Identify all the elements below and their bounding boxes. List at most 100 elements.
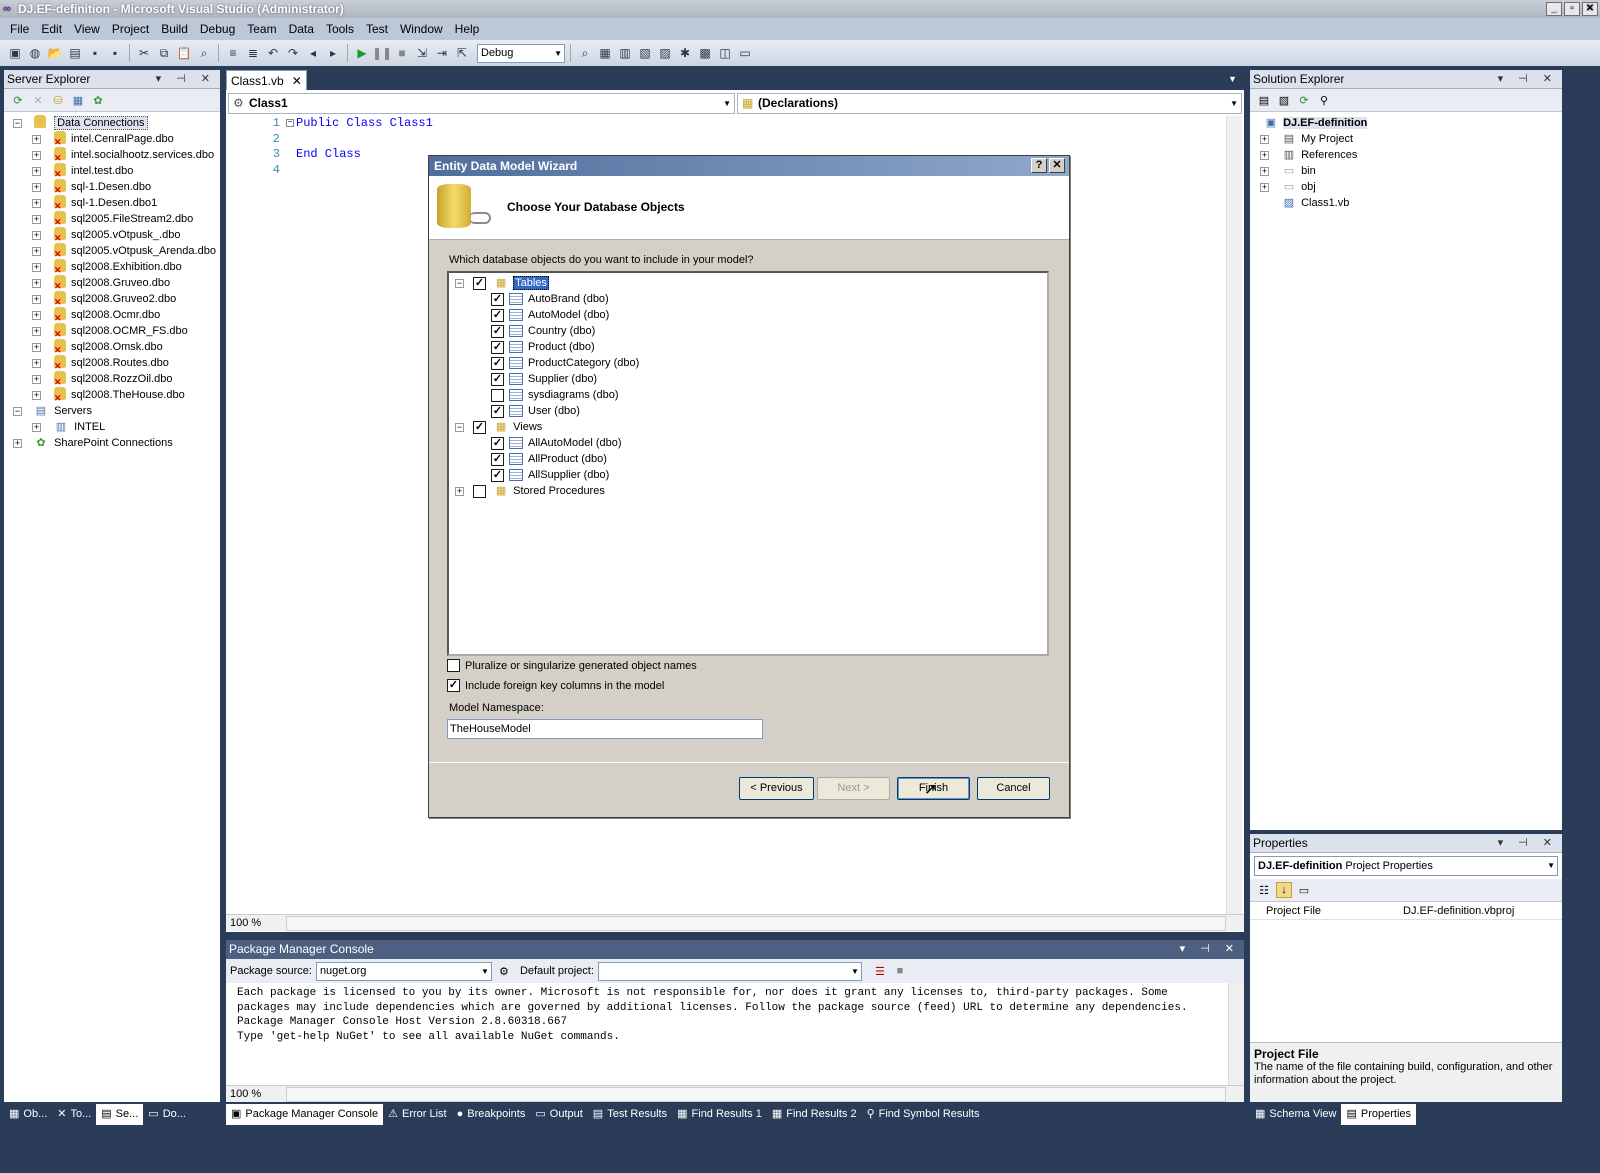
find-icon[interactable]: ⌕ xyxy=(195,44,213,62)
table-item[interactable]: ✓ Supplier (dbo) xyxy=(449,371,1047,387)
collapse-icon[interactable]: − xyxy=(455,279,464,288)
views-checkbox[interactable]: ✓ xyxy=(473,420,486,434)
minimize-button[interactable]: _ xyxy=(1546,2,1562,16)
alphabetical-icon[interactable]: ↓ xyxy=(1276,882,1292,898)
tables-checkbox[interactable]: ✓ xyxy=(473,276,486,290)
find-in-files-icon[interactable]: ⌕ xyxy=(576,44,594,62)
tab-schema-view[interactable]: ▦ Schema View xyxy=(1250,1104,1341,1125)
table-item[interactable]: ✓ User (dbo) xyxy=(449,403,1047,419)
menu-team[interactable]: Team xyxy=(241,18,282,40)
object-checkbox[interactable]: ✓ xyxy=(491,340,504,354)
default-project-combo[interactable]: ▼ xyxy=(597,961,862,981)
property-pages-icon[interactable]: ▭ xyxy=(1296,882,1312,898)
editor-vertical-scrollbar[interactable] xyxy=(1226,116,1242,914)
step-out-icon[interactable]: ⇱ xyxy=(453,44,471,62)
tree-node-connection[interactable]: + ✕ sql2008.Routes.dbo xyxy=(4,355,220,371)
table-item[interactable]: ✓ AutoBrand (dbo) xyxy=(449,291,1047,307)
tree-node-connection[interactable]: + ✕ sql2008.OCMR_FS.dbo xyxy=(4,323,220,339)
menu-help[interactable]: Help xyxy=(449,18,486,40)
menu-view[interactable]: View xyxy=(68,18,106,40)
properties-window-icon[interactable]: ▥ xyxy=(616,44,634,62)
solution-configuration-combo[interactable]: Debug ▼ xyxy=(477,43,565,63)
view-item[interactable]: ✓ AllProduct (dbo) xyxy=(449,451,1047,467)
expand-icon[interactable]: + xyxy=(32,375,41,384)
panel-controls[interactable]: ▾ ⊣ ✕ xyxy=(1498,834,1558,853)
refresh-icon[interactable]: ⟳ xyxy=(10,92,26,108)
redo-icon[interactable]: ↷ xyxy=(284,44,302,62)
tab-package-manager-console[interactable]: ▣ Package Manager Console xyxy=(226,1103,384,1125)
table-item[interactable]: ✓ Country (dbo) xyxy=(449,323,1047,339)
tab-breakpoints[interactable]: ● Breakpoints xyxy=(452,1104,531,1125)
expand-icon[interactable]: + xyxy=(32,279,41,288)
tab-test-results[interactable]: ▤ Test Results xyxy=(588,1104,672,1125)
maximize-button[interactable]: ▫ xyxy=(1564,2,1580,16)
table-item[interactable]: ✓ Product (dbo) xyxy=(449,339,1047,355)
paste-icon[interactable]: 📋 xyxy=(175,44,193,62)
clear-console-icon[interactable]: ☰ xyxy=(872,963,888,979)
menu-window[interactable]: Window xyxy=(394,18,449,40)
view-item[interactable]: ✓ AllSupplier (dbo) xyxy=(449,467,1047,483)
menu-test[interactable]: Test xyxy=(360,18,394,40)
save-all-icon[interactable]: ▪ xyxy=(106,44,124,62)
tree-node-connection[interactable]: + ✕ intel.test.dbo xyxy=(4,163,220,179)
editor-horizontal-scrollbar[interactable] xyxy=(286,915,1226,931)
tree-node-stored-procedures[interactable]: + ▦ Stored Procedures xyxy=(449,483,1047,499)
tree-node-connection[interactable]: + ✕ sql-1.Desen.dbo1 xyxy=(4,195,220,211)
previous-button[interactable]: < Previous xyxy=(739,777,814,800)
stop-command-icon[interactable]: ■ xyxy=(892,963,908,979)
menu-project[interactable]: Project xyxy=(106,18,155,40)
expand-icon[interactable]: + xyxy=(32,135,41,144)
properties-icon[interactable]: ▤ xyxy=(1256,92,1272,108)
pause-icon[interactable]: ❚❚ xyxy=(372,44,392,62)
tree-node-connection[interactable]: + ✕ sql2008.Ocmr.dbo xyxy=(4,307,220,323)
uncomment-icon[interactable]: ≣ xyxy=(244,44,262,62)
stored-procedures-checkbox[interactable] xyxy=(473,484,486,498)
tab-object-browser[interactable]: ▦ Ob... xyxy=(4,1104,52,1125)
show-all-files-icon[interactable]: ▧ xyxy=(1276,92,1292,108)
foreign-key-option[interactable]: ✓ Include foreign key columns in the mod… xyxy=(447,679,664,692)
help-button[interactable]: ? xyxy=(1031,158,1047,173)
toolbox-icon[interactable]: ▨ xyxy=(656,44,674,62)
pmc-vertical-scrollbar[interactable] xyxy=(1228,983,1244,1085)
pmc-output[interactable]: Each package is licensed to you by its o… xyxy=(226,983,1244,1085)
collapse-icon[interactable]: − xyxy=(13,407,22,416)
object-checkbox[interactable]: ✓ xyxy=(491,292,504,306)
tree-node-connection[interactable]: + ✕ sql2008.RozzOil.dbo xyxy=(4,371,220,387)
panel-controls[interactable]: ▾ ⊣ ✕ xyxy=(1498,70,1558,89)
code-text[interactable]: − Public Class Class1 End Class xyxy=(286,116,433,178)
object-checkbox[interactable]: ✓ xyxy=(491,436,504,450)
collapse-icon[interactable]: − xyxy=(455,423,464,432)
tab-properties[interactable]: ▤ Properties xyxy=(1341,1103,1417,1125)
tree-node-connection[interactable]: + ✕ intel.CenralPage.dbo xyxy=(4,131,220,147)
expand-icon[interactable]: + xyxy=(32,295,41,304)
tree-node-connection[interactable]: + ✕ sql2008.Gruveo2.dbo xyxy=(4,291,220,307)
expand-icon[interactable]: + xyxy=(13,439,22,448)
categorized-icon[interactable]: ☷ xyxy=(1256,882,1272,898)
menu-debug[interactable]: Debug xyxy=(194,18,241,40)
method-name-combo[interactable]: ▦ (Declarations) ▼ xyxy=(737,92,1242,114)
tab-toolbox[interactable]: ✕ To... xyxy=(52,1104,96,1125)
object-checkbox[interactable]: ✓ xyxy=(491,452,504,466)
object-browser-icon[interactable]: ▧ xyxy=(636,44,654,62)
tree-node-bin[interactable]: + ▭ bin xyxy=(1250,163,1562,179)
property-row[interactable]: Project File DJ.EF-definition.vbproj xyxy=(1250,902,1562,920)
tree-node-connection[interactable]: + ✕ sql-1.Desen.dbo xyxy=(4,179,220,195)
solution-explorer-icon[interactable]: ▦ xyxy=(596,44,614,62)
pmc-zoom-level[interactable]: 100 % xyxy=(226,1088,286,1100)
object-checkbox[interactable]: ✓ xyxy=(491,308,504,322)
package-source-combo[interactable]: nuget.org ▼ xyxy=(315,961,492,981)
object-checkbox[interactable]: ✓ xyxy=(491,468,504,482)
expand-icon[interactable]: + xyxy=(32,247,41,256)
class-name-combo[interactable]: ⚙ Class1 ▼ xyxy=(228,92,735,114)
view-item[interactable]: ✓ AllAutoModel (dbo) xyxy=(449,435,1047,451)
pluralize-checkbox[interactable] xyxy=(447,659,460,672)
object-checkbox[interactable]: ✓ xyxy=(491,372,504,386)
add-item-icon[interactable]: ▤ xyxy=(66,44,84,62)
close-dialog-button[interactable]: ✕ xyxy=(1049,158,1065,173)
expand-icon[interactable]: + xyxy=(32,151,41,160)
cancel-button[interactable]: Cancel xyxy=(977,777,1050,800)
expand-icon[interactable]: + xyxy=(32,183,41,192)
editor-zoom-level[interactable]: 100 % xyxy=(226,917,286,929)
expand-icon[interactable]: + xyxy=(32,423,41,432)
object-checkbox[interactable] xyxy=(491,388,504,402)
